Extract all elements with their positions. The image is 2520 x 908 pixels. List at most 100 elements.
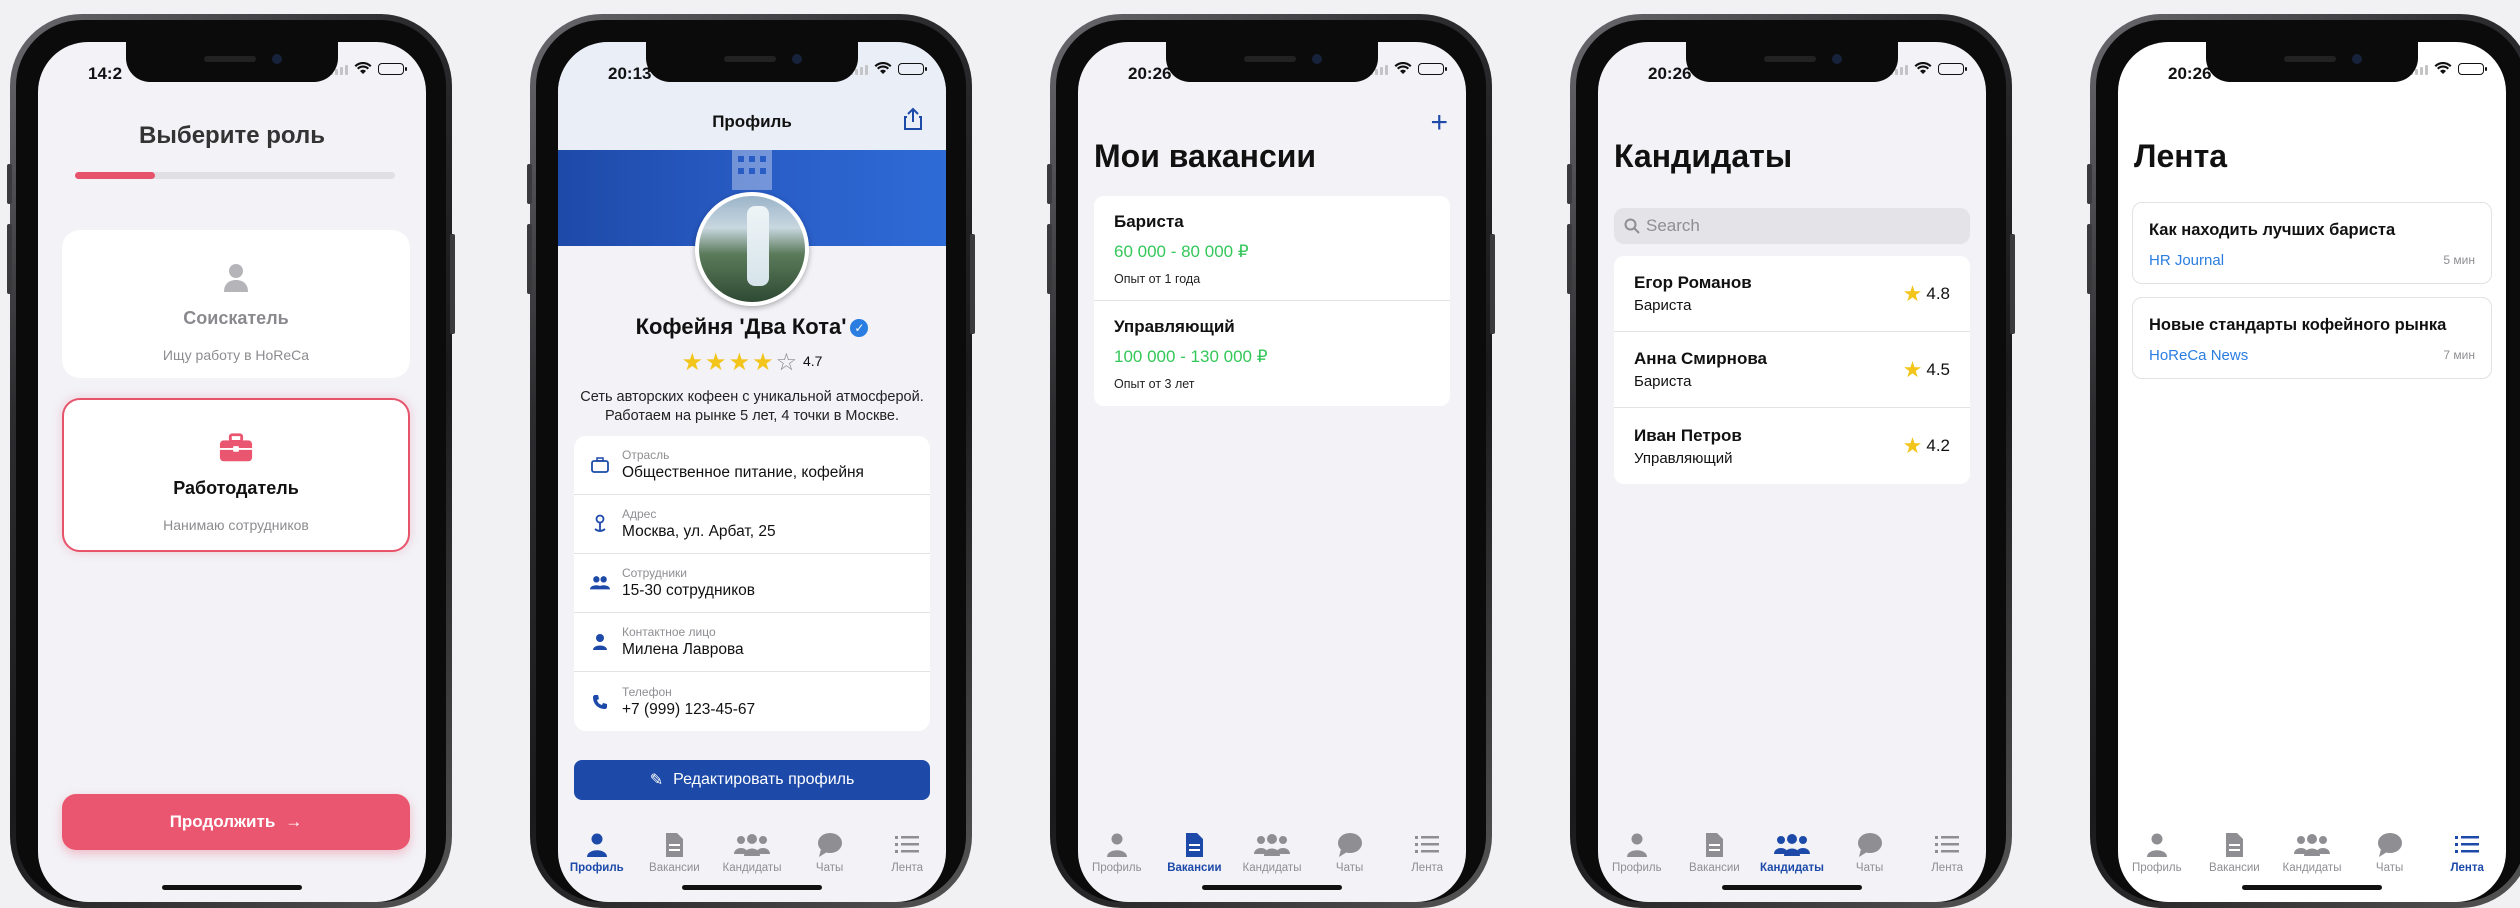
tab-feed[interactable]: Лента bbox=[1392, 832, 1462, 902]
tab-profile[interactable]: Профиль bbox=[562, 832, 632, 902]
tab-vacancies[interactable]: Вакансии bbox=[1679, 832, 1749, 902]
tab-chats[interactable]: Чаты bbox=[795, 832, 865, 902]
status-time: 20:26 bbox=[2168, 64, 2212, 83]
info-row-employees: Сотрудники 15-30 сотрудников bbox=[574, 554, 930, 613]
tab-label: Чаты bbox=[815, 862, 844, 874]
tab-label: Профиль bbox=[1091, 862, 1142, 874]
tab-profile[interactable]: Профиль bbox=[2122, 832, 2192, 902]
people-icon bbox=[2293, 834, 2330, 856]
tab-candidates[interactable]: Кандидаты bbox=[1237, 832, 1307, 902]
arrow-right-icon: → bbox=[285, 812, 303, 831]
people-icon bbox=[1773, 834, 1810, 856]
vacancy-salary: 100 000 - 130 000 ₽ bbox=[1114, 347, 1268, 366]
tab-label: Чаты bbox=[2375, 862, 2404, 874]
candidate-rating: 4.2 bbox=[1926, 436, 1950, 455]
rating-value: 4.7 bbox=[803, 353, 823, 370]
feed-source[interactable]: HR Journal bbox=[2149, 252, 2475, 269]
search-placeholder: Search bbox=[1646, 216, 1700, 235]
tab-profile[interactable]: Профиль bbox=[1082, 832, 1152, 902]
person-icon bbox=[586, 833, 607, 857]
home-indicator bbox=[1202, 885, 1342, 890]
vacancy-item[interactable]: Бариста 60 000 - 80 000 ₽ Опыт от 1 года bbox=[1094, 196, 1450, 301]
battery-icon bbox=[1938, 62, 1967, 75]
tab-feed[interactable]: Лента bbox=[872, 832, 942, 902]
search-field[interactable]: Search bbox=[1614, 208, 1970, 244]
star-icon: ★ bbox=[705, 349, 729, 376]
info-value: Москва, ул. Арбат, 25 bbox=[622, 523, 776, 540]
tab-candidates[interactable]: Кандидаты bbox=[717, 832, 787, 902]
tab-vacancies[interactable]: Вакансии bbox=[639, 832, 709, 902]
screen-profile: 20:13 Профиль Кофейня 'Два Кота' ✓ ★★★★☆ … bbox=[558, 42, 946, 902]
company-avatar[interactable] bbox=[695, 192, 809, 306]
chat-bubble-icon bbox=[1857, 833, 1882, 857]
home-indicator bbox=[162, 885, 302, 890]
feed-source[interactable]: HoReCa News bbox=[2149, 347, 2475, 364]
document-icon bbox=[1186, 833, 1204, 857]
chat-bubble-icon bbox=[2377, 833, 2402, 857]
tab-feed[interactable]: Лента bbox=[2432, 832, 2502, 902]
vacancy-item[interactable]: Управляющий 100 000 - 130 000 ₽ Опыт от … bbox=[1094, 301, 1450, 406]
home-indicator bbox=[2242, 885, 2382, 890]
vacancy-list: Бариста 60 000 - 80 000 ₽ Опыт от 1 года… bbox=[1094, 196, 1450, 406]
tab-label: Профиль bbox=[2131, 862, 2182, 874]
edit-profile-button[interactable]: ✎ Редактировать профиль bbox=[574, 760, 930, 800]
star-icon: ★ bbox=[1902, 356, 1923, 382]
tab-candidates[interactable]: Кандидаты bbox=[1757, 832, 1827, 902]
pencil-icon: ✎ bbox=[649, 772, 664, 789]
continue-label: Продолжить bbox=[169, 812, 276, 831]
rating: ★★★★☆ 4.7 bbox=[558, 348, 946, 377]
vacancy-title: Управляющий bbox=[1114, 317, 1235, 336]
role-desc: Нанимаю сотрудников bbox=[163, 517, 309, 533]
tab-profile[interactable]: Профиль bbox=[1602, 832, 1672, 902]
feed-item[interactable]: Новые стандарты кофейного рынка HoReCa N… bbox=[2132, 297, 2492, 379]
document-icon bbox=[2226, 833, 2244, 857]
info-label: Контактное лицо bbox=[622, 625, 716, 639]
phone-role-select: 14:2 Выберите роль Соискатель Ищу работу… bbox=[7, 14, 455, 908]
vacancy-experience: Опыт от 1 года bbox=[1114, 272, 1201, 286]
candidate-item[interactable]: Иван Петров Управляющий ★ 4.2 bbox=[1614, 408, 1970, 484]
tab-label: Кандидаты bbox=[1242, 862, 1302, 874]
role-card-seeker[interactable]: Соискатель Ищу работу в HoReCa bbox=[62, 230, 410, 378]
tab-label: Лента bbox=[1411, 862, 1444, 874]
tab-feed[interactable]: Лента bbox=[1912, 832, 1982, 902]
feed-item[interactable]: Как находить лучших бариста HR Journal 5… bbox=[2132, 202, 2492, 284]
people-icon bbox=[733, 834, 770, 856]
chat-bubble-icon bbox=[817, 833, 842, 857]
tab-vacancies[interactable]: Вакансии bbox=[1159, 832, 1229, 902]
tab-label: Вакансии bbox=[1689, 862, 1740, 874]
info-label: Отрасль bbox=[622, 448, 670, 462]
chat-bubble-icon bbox=[1337, 833, 1362, 857]
continue-button[interactable]: Продолжить → bbox=[62, 794, 410, 850]
add-vacancy-button[interactable]: + bbox=[1430, 106, 1448, 140]
tab-chats[interactable]: Чаты bbox=[1835, 832, 1905, 902]
info-row-phone[interactable]: Телефон +7 (999) 123-45-67 bbox=[574, 672, 930, 731]
feed-time: 5 мин bbox=[2443, 253, 2475, 267]
edit-profile-label: Редактировать профиль bbox=[673, 771, 855, 788]
share-icon[interactable] bbox=[900, 106, 926, 132]
tab-chats[interactable]: Чаты bbox=[1315, 832, 1385, 902]
tab-chats[interactable]: Чаты bbox=[2355, 832, 2425, 902]
info-label: Телефон bbox=[622, 684, 672, 699]
candidate-rating: 4.8 bbox=[1926, 283, 1950, 303]
tab-vacancies[interactable]: Вакансии bbox=[2199, 832, 2269, 902]
battery-icon bbox=[378, 62, 407, 75]
tab-label: Чаты bbox=[1335, 862, 1364, 874]
info-row-address: Адрес Москва, ул. Арбат, 25 bbox=[574, 495, 930, 554]
tab-candidates[interactable]: Кандидаты bbox=[2277, 832, 2347, 902]
company-info-list: Отрасль Общественное питание, кофейня Адр… bbox=[574, 436, 930, 731]
company-name: Кофейня 'Два Кота' ✓ bbox=[558, 314, 946, 340]
wifi-icon bbox=[874, 62, 892, 74]
screen-role-select: 14:2 Выберите роль Соискатель Ищу работу… bbox=[38, 42, 426, 902]
wifi-icon bbox=[354, 62, 372, 74]
info-row-contact: Контактное лицо Милена Лаврова bbox=[574, 613, 930, 672]
list-icon bbox=[895, 836, 920, 853]
candidate-item[interactable]: Егор Романов Бариста ★ 4.8 bbox=[1614, 256, 1970, 332]
info-label: Адрес bbox=[622, 507, 657, 521]
person-icon bbox=[590, 632, 610, 652]
candidate-item[interactable]: Анна Смирнова Бариста ★ 4.5 bbox=[1614, 332, 1970, 408]
vacancy-experience: Опыт от 3 лет bbox=[1114, 377, 1195, 391]
role-card-employer[interactable]: Работодатель Нанимаю сотрудников bbox=[62, 398, 410, 552]
status-time: 14:2 bbox=[88, 64, 123, 83]
list-icon bbox=[1935, 836, 1960, 853]
battery-icon bbox=[898, 62, 927, 75]
